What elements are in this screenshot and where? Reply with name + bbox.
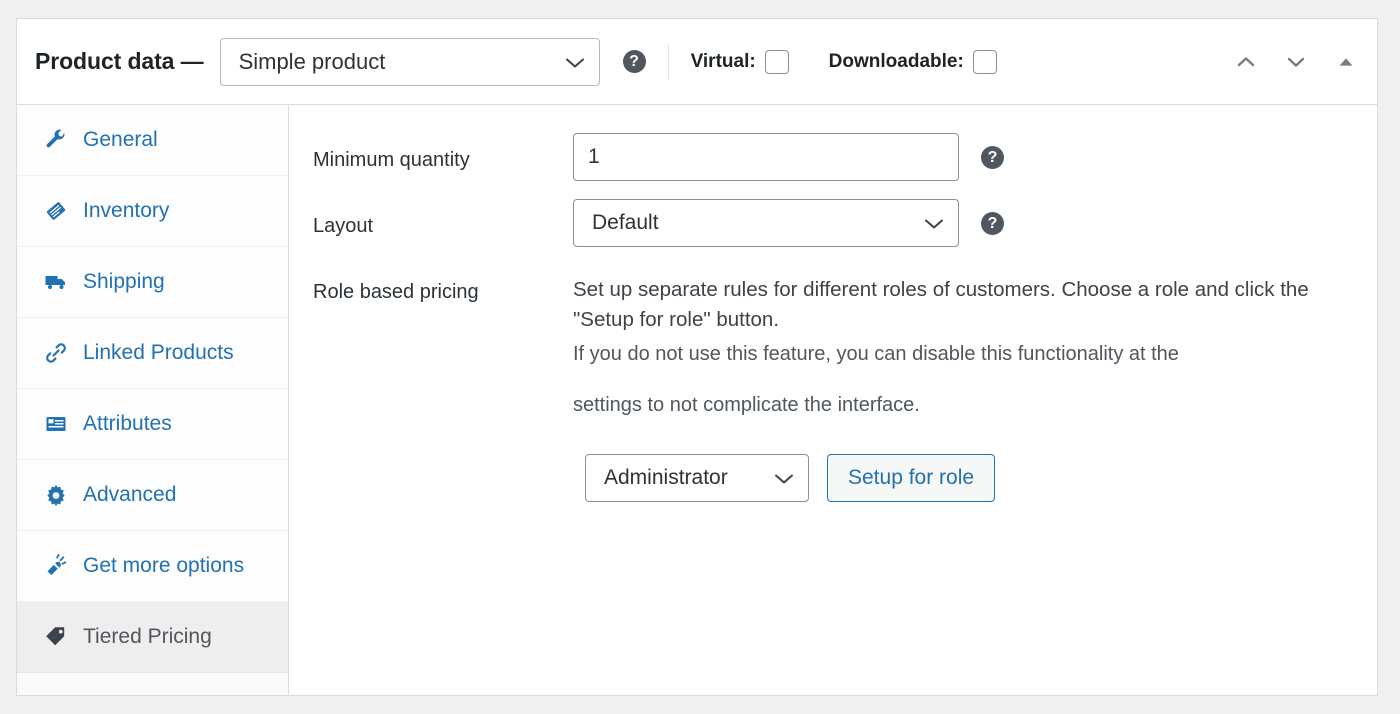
layout-value: Default: [592, 211, 659, 234]
description-line-3: settings to not complicate the interface…: [573, 394, 920, 417]
description-line-2: If you do not use this feature, you can …: [573, 343, 1179, 366]
header-divider: [667, 43, 669, 80]
sidebar-item-label: Linked Products: [83, 341, 234, 364]
help-icon[interactable]: ?: [981, 146, 1004, 169]
layout-row: Layout Default ?: [289, 199, 1377, 247]
link-icon: [43, 340, 69, 366]
sidebar-item-label: Get more options: [83, 554, 245, 577]
layout-select[interactable]: Default: [573, 199, 959, 247]
description-line-1: Set up separate rules for different role…: [573, 278, 1309, 331]
product-type-select[interactable]: Simple product: [219, 37, 600, 86]
virtual-checkbox-group[interactable]: Virtual:: [690, 49, 789, 74]
chevron-down-icon: [924, 217, 944, 229]
price-tag-icon: [43, 624, 69, 650]
sidebar-item-advanced[interactable]: Advanced: [17, 460, 288, 531]
chevron-down-icon: [565, 56, 585, 68]
setup-for-role-button[interactable]: Setup for role: [827, 454, 996, 503]
minimum-quantity-control: 1 ?: [573, 133, 1004, 181]
gear-icon: [43, 482, 69, 508]
panel-order-controls: [1233, 19, 1359, 105]
layout-control: Default ?: [573, 199, 1004, 247]
role-selection-row: Administrator Setup for role: [561, 454, 1377, 503]
sidebar-item-shipping[interactable]: Shipping: [17, 247, 288, 318]
move-up-icon[interactable]: [1233, 49, 1259, 75]
toggle-panel-icon[interactable]: [1333, 49, 1359, 75]
sidebar-item-label: General: [83, 128, 158, 151]
help-icon[interactable]: ?: [622, 50, 646, 73]
sidebar-item-attributes[interactable]: Attributes: [17, 389, 288, 460]
virtual-checkbox[interactable]: [764, 49, 789, 74]
sidebar-item-linked-products[interactable]: Linked Products: [17, 318, 288, 389]
move-down-icon[interactable]: [1283, 49, 1309, 75]
help-icon[interactable]: ?: [981, 212, 1004, 235]
product-data-tabs: General Inventory Shipping Linked Produc…: [17, 105, 289, 695]
sidebar-item-label: Shipping: [83, 270, 165, 293]
product-type-value: Simple product: [238, 48, 386, 74]
role-select[interactable]: Administrator: [585, 454, 809, 503]
tag-pencil-icon: [43, 198, 69, 224]
minimum-quantity-input[interactable]: 1: [573, 133, 959, 181]
virtual-label: Virtual:: [690, 50, 756, 72]
downloadable-label: Downloadable:: [828, 50, 964, 72]
role-based-pricing-row: Role based pricing Set up separate rules…: [289, 265, 1377, 420]
sidebar-item-inventory[interactable]: Inventory: [17, 176, 288, 247]
sidebar-item-label: Advanced: [83, 483, 177, 506]
downloadable-checkbox[interactable]: [972, 49, 997, 74]
page-title: Product data —: [35, 48, 204, 74]
layout-label: Layout: [313, 215, 374, 237]
tiered-pricing-options: Minimum quantity 1 ? Layout Default ? Ro…: [289, 105, 1377, 695]
chevron-down-icon: [774, 472, 794, 484]
role-based-pricing-label: Role based pricing: [313, 281, 479, 303]
wrench-icon: [43, 127, 69, 153]
sidebar-item-label: Attributes: [83, 412, 172, 435]
sidebar-item-general[interactable]: General: [17, 105, 288, 176]
sidebar-item-tiered-pricing[interactable]: Tiered Pricing: [17, 602, 288, 673]
sidebar-item-label: Inventory: [83, 199, 170, 222]
role-value: Administrator: [604, 466, 728, 490]
sidebar-item-get-more-options[interactable]: Get more options: [17, 531, 288, 602]
minimum-quantity-label: Minimum quantity: [313, 149, 470, 171]
plug-icon: [43, 553, 69, 579]
truck-icon: [43, 269, 69, 295]
downloadable-checkbox-group[interactable]: Downloadable:: [828, 49, 997, 74]
role-based-pricing-description: Set up separate rules for different role…: [573, 265, 1363, 420]
panel-header: Product data — Simple product ? Virtual:…: [17, 19, 1377, 105]
minimum-quantity-row: Minimum quantity 1 ?: [289, 133, 1377, 181]
product-data-panel: Product data — Simple product ? Virtual:…: [16, 18, 1378, 696]
sidebar-item-label: Tiered Pricing: [83, 625, 212, 648]
panel-body: General Inventory Shipping Linked Produc…: [17, 105, 1377, 695]
list-box-icon: [43, 411, 69, 437]
